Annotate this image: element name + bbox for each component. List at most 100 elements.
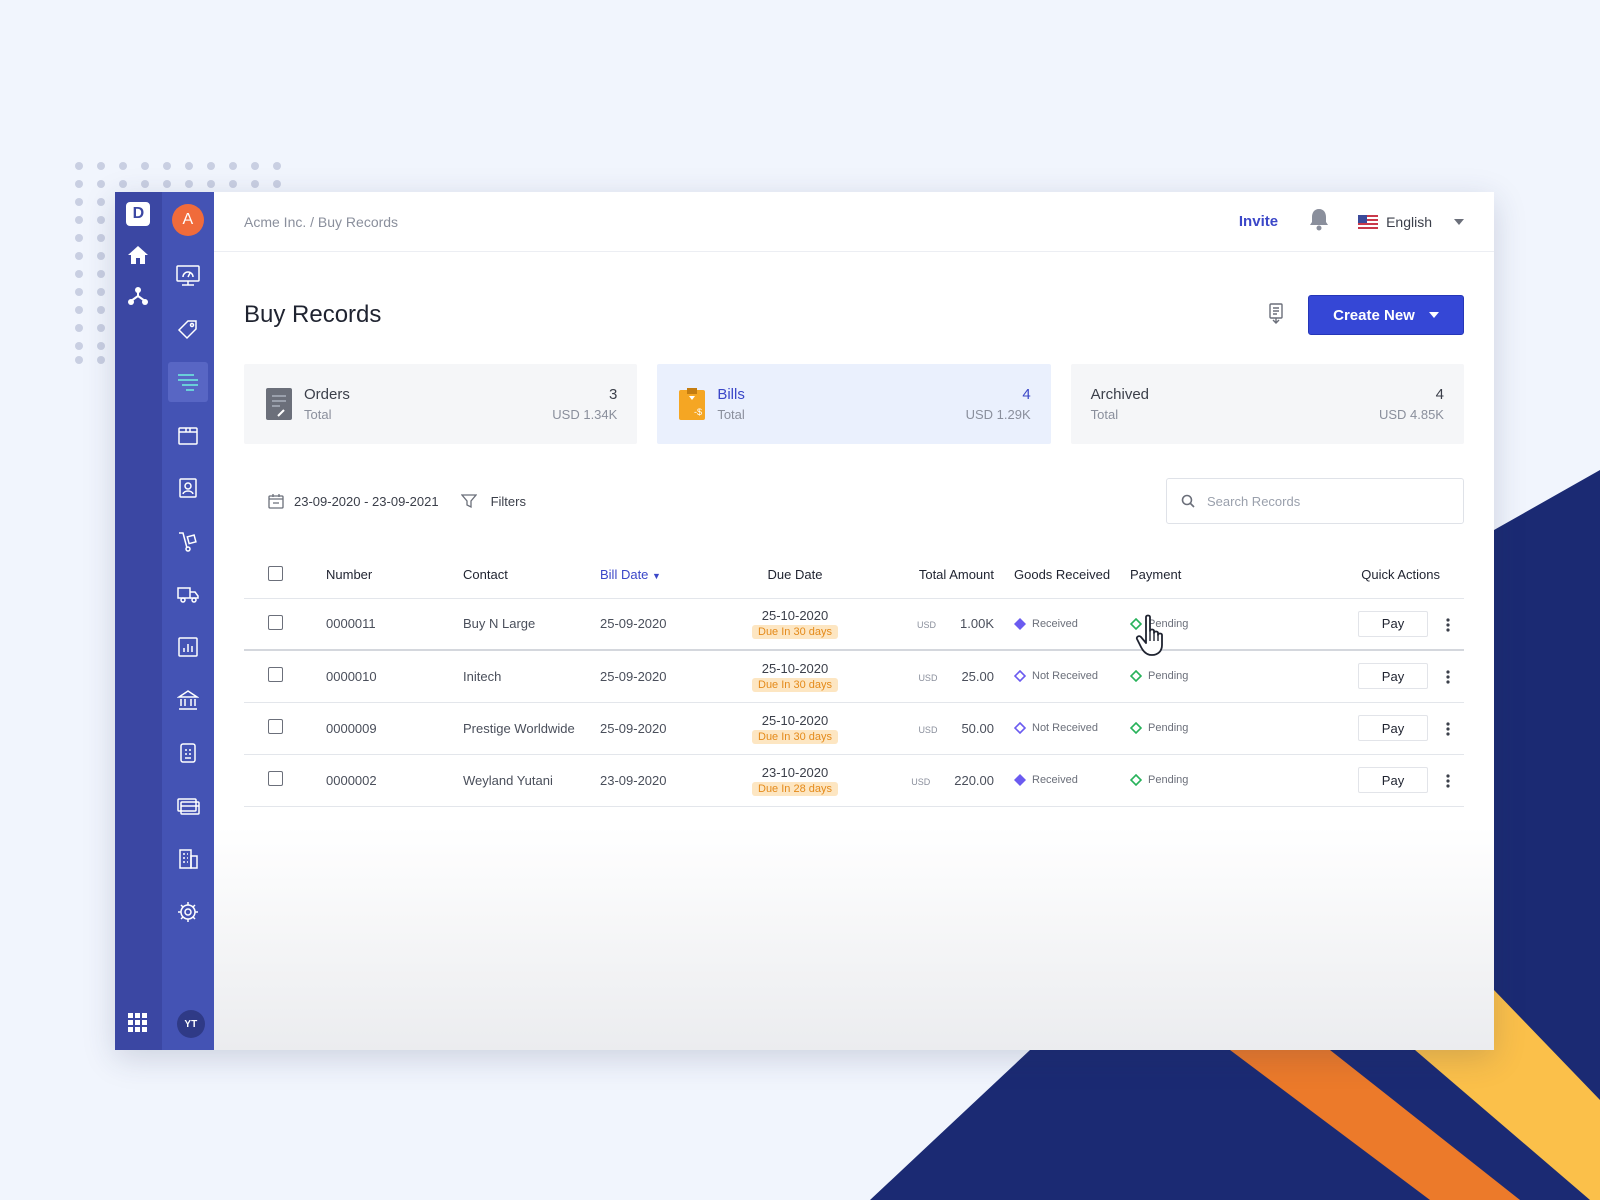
- invite-link[interactable]: Invite: [1239, 213, 1278, 230]
- row-currency: USD: [918, 672, 938, 683]
- table-row[interactable]: 0000009 Prestige Worldwide 25-09-2020 25…: [244, 702, 1464, 755]
- more-vertical-icon[interactable]: [1446, 722, 1450, 736]
- sort-down-icon: ▼: [652, 571, 661, 582]
- goods-status[interactable]: Received: [1014, 774, 1130, 786]
- due-badge: Due In 30 days: [752, 729, 838, 744]
- search-input[interactable]: [1207, 493, 1447, 509]
- create-new-button[interactable]: Create New: [1308, 295, 1464, 335]
- row-due-date: 25-10-2020: [761, 712, 829, 728]
- row-amount: 50.00: [961, 720, 994, 736]
- filters-button[interactable]: Filters: [460, 493, 526, 509]
- bills-tile[interactable]: -$ Bills Total 4 USD 1.29K: [657, 364, 1051, 444]
- caret-down-icon: [1428, 312, 1439, 318]
- export-icon[interactable]: [1268, 302, 1284, 329]
- row-checkbox[interactable]: [268, 667, 283, 683]
- svg-text:-$: -$: [694, 407, 702, 417]
- row-amount: 220.00: [954, 772, 994, 788]
- app-window: D A YT Acme Inc. / Buy Records Invite En…: [115, 192, 1494, 1050]
- row-bill-date: 25-09-2020: [600, 650, 710, 703]
- tile-amount: USD 1.34K: [552, 407, 618, 422]
- select-all-checkbox[interactable]: [268, 565, 283, 581]
- table-row[interactable]: 0000002 Weyland Yutani 23-09-2020 23-10-…: [244, 754, 1464, 807]
- calculator-icon[interactable]: [168, 733, 208, 773]
- row-due-date: 23-10-2020: [761, 764, 829, 780]
- chevron-down-icon: [1454, 218, 1464, 225]
- hand-truck-icon[interactable]: [168, 521, 208, 561]
- pay-button[interactable]: Pay: [1358, 610, 1428, 637]
- col-total-amount[interactable]: Total Amount: [880, 552, 1014, 599]
- date-range-label: 23-09-2020 - 23-09-2021: [294, 493, 439, 509]
- bank-icon[interactable]: [168, 680, 208, 720]
- diamond-filled-icon: [1014, 774, 1026, 786]
- hand-cursor-icon: [1135, 614, 1163, 656]
- module-sidebar: A YT: [161, 192, 214, 1050]
- row-amount: 25.00: [961, 668, 994, 684]
- settings-icon[interactable]: [168, 892, 208, 932]
- user-avatar[interactable]: YT: [176, 1010, 205, 1038]
- goods-status-label: Not Received: [1032, 722, 1099, 734]
- tile-sub: Total: [717, 407, 745, 422]
- tile-sub: Total: [304, 407, 332, 422]
- row-currency: USD: [917, 620, 937, 631]
- row-checkbox[interactable]: [268, 719, 283, 734]
- building-icon[interactable]: [168, 839, 208, 879]
- col-bill-date[interactable]: Bill Date ▼: [600, 552, 710, 599]
- language-select[interactable]: English: [1358, 214, 1464, 230]
- us-flag-icon: [1358, 214, 1379, 229]
- row-checkbox[interactable]: [268, 614, 283, 630]
- pay-button[interactable]: Pay: [1358, 663, 1428, 690]
- row-number: 0000002: [326, 754, 463, 807]
- date-range-picker[interactable]: 23-09-2020 - 23-09-2021: [268, 493, 439, 509]
- breadcrumb[interactable]: Acme Inc. / Buy Records: [244, 214, 398, 230]
- truck-icon[interactable]: [168, 574, 208, 614]
- col-due-date[interactable]: Due Date: [710, 552, 880, 599]
- app-logo[interactable]: D: [126, 202, 151, 226]
- reports-icon[interactable]: [168, 627, 208, 667]
- table-row[interactable]: 0000010 Initech 25-09-2020 25-10-2020 Due…: [244, 650, 1464, 703]
- tags-icon[interactable]: [168, 309, 208, 349]
- row-checkbox[interactable]: [268, 771, 283, 786]
- col-number[interactable]: Number: [326, 552, 463, 599]
- home-icon[interactable]: [123, 240, 153, 270]
- cards-icon[interactable]: [168, 786, 208, 826]
- more-vertical-icon[interactable]: [1446, 618, 1450, 632]
- more-vertical-icon[interactable]: [1446, 670, 1450, 684]
- payment-status: Pending: [1130, 670, 1280, 683]
- row-number: 0000011: [326, 598, 463, 651]
- search-box[interactable]: [1166, 478, 1464, 524]
- bell-icon[interactable]: [1308, 207, 1330, 236]
- pay-button[interactable]: Pay: [1358, 715, 1428, 741]
- col-bill-date-label: Bill Date: [600, 567, 649, 583]
- dashboard-icon[interactable]: [168, 256, 208, 296]
- row-number: 0000010: [326, 650, 463, 703]
- tile-count: 3: [608, 386, 618, 403]
- diamond-outline-icon: [1014, 670, 1026, 683]
- tile-sub: Total: [1090, 407, 1119, 422]
- diamond-outline-icon: [1014, 722, 1026, 734]
- goods-status[interactable]: Not Received: [1014, 670, 1130, 683]
- goods-status-label: Received: [1032, 774, 1078, 786]
- payment-status: Pending: [1130, 774, 1280, 786]
- more-vertical-icon[interactable]: [1446, 774, 1450, 788]
- buy-records-icon[interactable]: [167, 362, 208, 402]
- payment-status-label: Pending: [1148, 722, 1189, 734]
- archived-tile[interactable]: Archived Total 4 USD 4.85K: [1070, 364, 1464, 444]
- org-avatar[interactable]: A: [171, 204, 204, 236]
- diamond-outline-icon: [1130, 722, 1142, 734]
- goods-status[interactable]: Received: [1014, 617, 1130, 630]
- calendar-icon: [268, 494, 284, 509]
- pay-button[interactable]: Pay: [1358, 767, 1428, 793]
- col-goods-received[interactable]: Goods Received: [1014, 552, 1130, 599]
- package-icon[interactable]: [168, 415, 208, 455]
- goods-status[interactable]: Not Received: [1014, 722, 1130, 734]
- col-contact[interactable]: Contact: [463, 552, 600, 599]
- goods-status-label: Received: [1032, 617, 1078, 630]
- table-row[interactable]: 0000011 Buy N Large 25-09-2020 25-10-202…: [244, 598, 1464, 651]
- orders-tile[interactable]: Orders Total 3 USD 1.34K: [244, 364, 638, 444]
- payment-status-label: Pending: [1148, 670, 1189, 683]
- search-icon: [1181, 494, 1195, 508]
- col-payment[interactable]: Payment: [1130, 552, 1280, 599]
- apps-grid-icon[interactable]: [128, 1013, 148, 1038]
- contacts-icon[interactable]: [168, 468, 208, 508]
- network-icon[interactable]: [123, 280, 153, 310]
